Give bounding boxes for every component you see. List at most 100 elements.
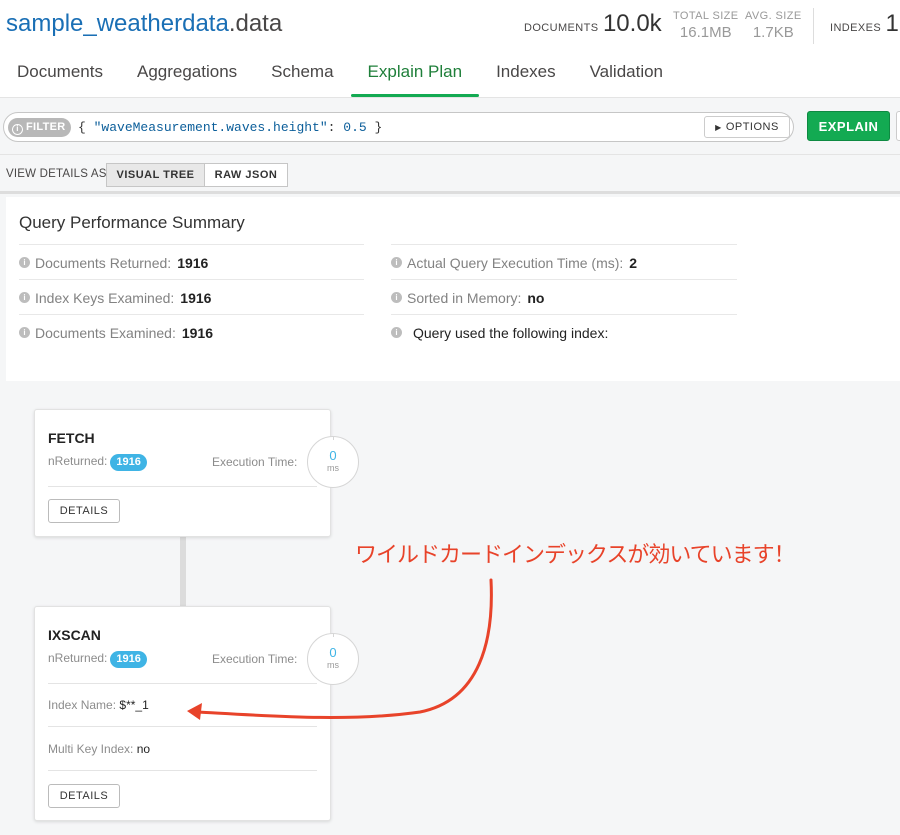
total-size-label: TOTAL SIZE (673, 10, 739, 22)
documents-label: DOCUMENTS (524, 22, 599, 34)
multikey-label: Multi Key Index: (48, 742, 134, 756)
info-icon[interactable]: i (391, 327, 402, 338)
docs-returned-label: Documents Returned: (35, 255, 172, 271)
index-used-row: i Query used the following index: (391, 314, 737, 349)
info-icon[interactable]: i (19, 327, 30, 338)
info-icon: i (12, 124, 23, 135)
docs-examined-row: i Documents Examined: 1916 (19, 314, 364, 349)
tab-validation[interactable]: Validation (573, 56, 680, 98)
caret-right-icon: ▶ (715, 123, 722, 132)
documents-value: 10.0k (602, 10, 662, 37)
summary-title: Query Performance Summary (19, 213, 245, 232)
execution-time-value: 0 (329, 448, 337, 463)
nreturned-label: nReturned: (48, 454, 108, 468)
avg-size-value: 1.7KB (752, 24, 794, 41)
docs-returned-value: 1916 (177, 255, 209, 271)
database-name[interactable]: sample_weatherdata (6, 10, 229, 37)
divider (48, 683, 317, 684)
collection-tabs: Documents Aggregations Schema Explain Pl… (0, 56, 680, 98)
divider (48, 770, 317, 771)
ixscan-stage-card: IXSCAN nReturned: 1916 Execution Time: 0 … (34, 606, 359, 821)
total-size-stat: TOTAL SIZE 16.1MB (673, 10, 739, 41)
collection-header: sample_weatherdata.data DOCUMENTS 10.0k … (0, 0, 900, 98)
documents-stat: DOCUMENTS 10.0k (524, 10, 662, 38)
tab-explain-plan[interactable]: Explain Plan (350, 56, 480, 98)
options-label: OPTIONS (725, 121, 779, 133)
indexes-value: 1 (885, 10, 899, 37)
indexes-label: INDEXES (830, 22, 882, 34)
raw-json-button[interactable]: RAW JSON (204, 163, 288, 187)
docs-examined-value: 1916 (181, 325, 213, 341)
keys-examined-label: Index Keys Examined: (35, 290, 175, 306)
docs-returned-row: i Documents Returned: 1916 (19, 244, 364, 279)
avg-size-label: AVG. SIZE (745, 10, 802, 22)
nreturned-label: nReturned: (48, 651, 108, 665)
divider (48, 486, 317, 487)
filter-key: "waveMeasurement.waves.height" (93, 120, 328, 135)
execution-time-clock: 0 ms (307, 436, 359, 488)
sorted-label: Sorted in Memory: (407, 290, 522, 306)
nreturned: nReturned: 1916 (48, 651, 147, 668)
multikey-line: Multi Key Index: no (48, 742, 150, 756)
filter-open-brace: { (78, 120, 94, 135)
nreturned: nReturned: 1916 (48, 454, 147, 471)
index-name-value: $**_1 (119, 698, 149, 712)
view-toggle-bar: VIEW DETAILS AS VISUAL TREE RAW JSON (0, 156, 900, 194)
filter-value: 0.5 (343, 120, 367, 135)
fetch-stage-card: FETCH nReturned: 1916 Execution Time: 0 m… (34, 409, 359, 537)
stats-divider (813, 8, 814, 44)
docs-examined-label: Documents Examined: (35, 325, 176, 341)
keys-examined-row: i Index Keys Examined: 1916 (19, 279, 364, 314)
query-bar: i FILTER { "waveMeasurement.waves.height"… (0, 99, 900, 155)
info-icon[interactable]: i (19, 257, 30, 268)
info-icon[interactable]: i (19, 292, 30, 303)
exec-time-value: 2 (629, 255, 638, 271)
tab-documents[interactable]: Documents (0, 56, 120, 98)
divider (48, 726, 317, 727)
nreturned-badge: 1916 (110, 454, 147, 471)
execution-time-unit: ms (327, 463, 339, 473)
index-used-label: Query used the following index: (413, 325, 609, 341)
stage-name: IXSCAN (48, 627, 101, 643)
index-name-label: Index Name: (48, 698, 117, 712)
exec-time-label: Actual Query Execution Time (ms): (407, 255, 624, 271)
tab-schema[interactable]: Schema (254, 56, 350, 98)
filter-query-text[interactable]: { "waveMeasurement.waves.height": 0.5 } (78, 120, 382, 135)
explain-button[interactable]: EXPLAIN (807, 111, 890, 141)
execution-time-clock: 0 ms (307, 633, 359, 685)
sorted-in-memory-row: i Sorted in Memory: no (391, 279, 737, 314)
tab-indexes[interactable]: Indexes (479, 56, 573, 98)
exec-time-row: i Actual Query Execution Time (ms): 2 (391, 244, 737, 279)
more-button[interactable] (896, 111, 900, 141)
annotation-text: ワイルドカードインデックスが効いています！ (355, 543, 796, 568)
fetch-details-button[interactable]: DETAILS (48, 499, 120, 523)
info-icon[interactable]: i (391, 257, 402, 268)
tab-aggregations[interactable]: Aggregations (120, 56, 254, 98)
filter-input[interactable]: i FILTER { "waveMeasurement.waves.height"… (3, 112, 794, 142)
filter-colon: : (327, 120, 344, 135)
options-button[interactable]: ▶ OPTIONS (704, 116, 790, 138)
index-name-line: Index Name: $**_1 (48, 698, 149, 712)
info-icon[interactable]: i (391, 292, 402, 303)
visual-tree-button[interactable]: VISUAL TREE (106, 163, 205, 187)
namespace-title: sample_weatherdata.data (6, 10, 282, 38)
stage-name: FETCH (48, 430, 95, 446)
filter-close-brace: } (366, 120, 383, 135)
avg-size-stat: AVG. SIZE 1.7KB (745, 10, 802, 41)
sorted-value: no (527, 290, 545, 306)
nreturned-badge: 1916 (110, 651, 147, 668)
execution-time-label: Execution Time: (212, 455, 298, 469)
collection-name: .data (228, 10, 283, 37)
query-performance-summary: Query Performance Summary i Documents Re… (6, 197, 900, 381)
total-size-value: 16.1MB (679, 24, 732, 41)
filter-badge[interactable]: i FILTER (8, 118, 72, 137)
execution-time-unit: ms (327, 660, 339, 670)
filter-label: FILTER (26, 121, 66, 133)
indexes-stat: INDEXES 1 (830, 10, 899, 38)
execution-time-label: Execution Time: (212, 652, 298, 666)
multikey-value: no (136, 742, 151, 756)
stage-connector (180, 537, 186, 607)
view-details-label: VIEW DETAILS AS (6, 168, 107, 180)
ixscan-details-button[interactable]: DETAILS (48, 784, 120, 808)
keys-examined-value: 1916 (180, 290, 212, 306)
